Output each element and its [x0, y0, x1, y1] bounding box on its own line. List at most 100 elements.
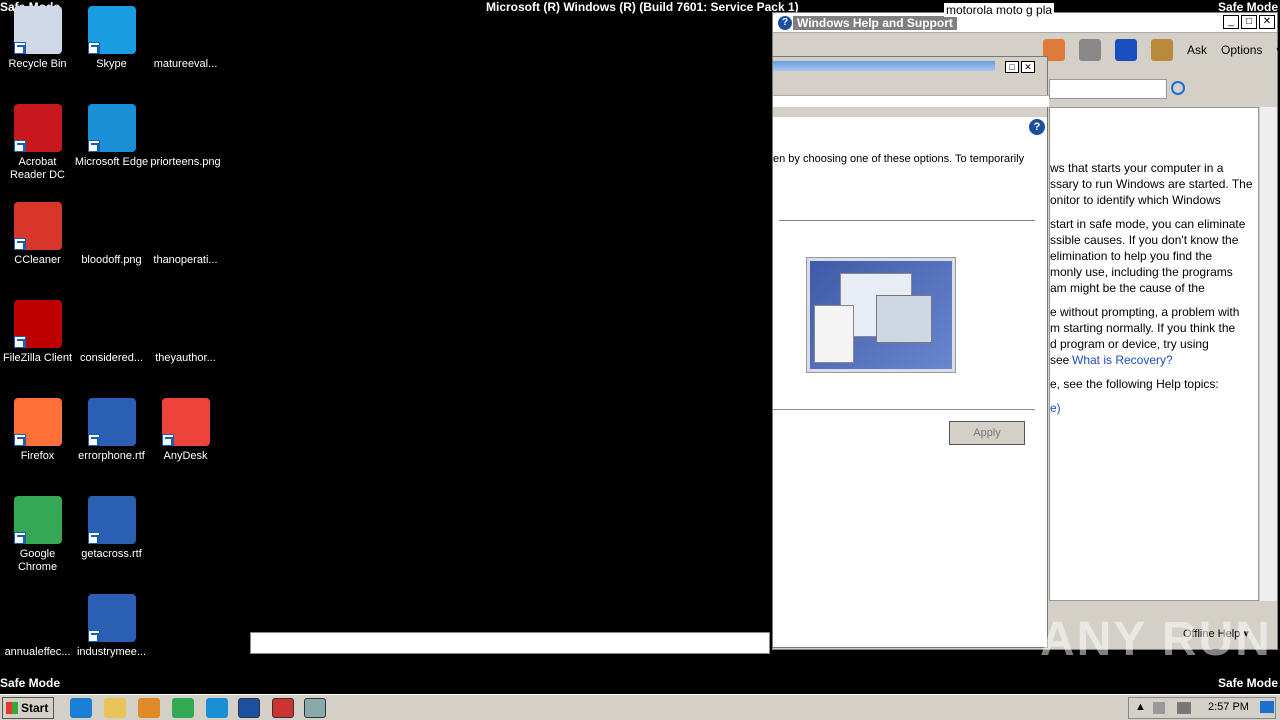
browse-help-icon[interactable]: [1115, 39, 1137, 61]
help-scrollbar[interactable]: [1259, 107, 1277, 601]
desktop-icon-label: Google Chrome: [17, 548, 58, 573]
desktop-icon-label: matureeval...: [153, 58, 218, 70]
edge-icon: [87, 104, 136, 152]
help-paragraph: ws that starts your computer in a ssary …: [1050, 161, 1253, 207]
help-window-icon: ?: [778, 16, 792, 30]
desktop-preview-image: [806, 257, 956, 373]
desktop-icon[interactable]: Recycle Bin: [0, 6, 75, 71]
ask-icon[interactable]: [1151, 39, 1173, 61]
desktop-icon[interactable]: getacross.rtf: [74, 496, 149, 561]
desktop-icon[interactable]: FileZilla Client: [0, 300, 75, 365]
minimize-button[interactable]: _: [1223, 15, 1239, 29]
print-icon[interactable]: [1079, 39, 1101, 61]
edge-icon[interactable]: [206, 698, 228, 718]
ccleaner-icon: [13, 202, 62, 250]
help-paragraph: start in safe mode, you can eliminate ss…: [1050, 217, 1246, 295]
desktop-icon-label: Recycle Bin: [8, 58, 67, 70]
close-button[interactable]: ✕: [1259, 15, 1275, 29]
desktop-icon[interactable]: Acrobat Reader DC: [0, 104, 75, 182]
desktop-icon-label: Firefox: [20, 450, 55, 462]
dialog-input-field[interactable]: [773, 95, 1049, 107]
desktop-icon[interactable]: bloodoff.png: [74, 202, 149, 267]
dialog-text: en by choosing one of these options. To …: [773, 153, 1025, 165]
desktop-icon-label: thanoperati...: [153, 254, 218, 266]
desktop-icon[interactable]: Microsoft Edge: [74, 104, 149, 169]
ask-button[interactable]: Ask: [1187, 43, 1207, 57]
show-desktop-icon[interactable]: [1260, 701, 1274, 713]
options-button[interactable]: Options: [1221, 43, 1262, 57]
explorer-icon[interactable]: [104, 698, 126, 718]
chevron-down-icon: ▾: [1276, 43, 1280, 57]
desktop-icon-label: Microsoft Edge: [74, 156, 149, 168]
file-icon: [13, 594, 62, 642]
desktop-icon[interactable]: priorteens.png: [148, 104, 223, 169]
desktop-icon[interactable]: errorphone.rtf: [74, 398, 149, 463]
desktop-icon-label: getacross.rtf: [81, 548, 142, 560]
help-topics-text: e, see the following Help topics:: [1050, 377, 1219, 391]
system-config-dialog[interactable]: □ ✕ ? en by choosing one of these option…: [772, 56, 1049, 648]
safe-mode-label-bottom-left: Safe Mode: [0, 676, 61, 690]
file-icon: [161, 202, 210, 250]
dialog-titlebar[interactable]: [773, 61, 995, 71]
desktop-icon-label: Acrobat Reader DC: [9, 156, 66, 181]
desktop-icon[interactable]: industrymee...: [74, 594, 149, 659]
desktop-icon[interactable]: matureeval...: [148, 6, 223, 71]
help-toolbar: Ask Options ▾: [1043, 39, 1280, 61]
desktop-icon[interactable]: annualeffec...: [0, 594, 75, 659]
dialog-maximize-button[interactable]: □: [1005, 61, 1019, 73]
desktop-icon-label: errorphone.rtf: [78, 450, 145, 462]
firefox-icon: [13, 398, 62, 446]
start-button[interactable]: Start: [2, 697, 54, 719]
topics-link[interactable]: e): [1050, 401, 1061, 415]
help-taskbar-icon[interactable]: [238, 698, 260, 718]
recycle-bin-icon: [13, 6, 62, 54]
ie-icon[interactable]: [70, 698, 92, 718]
skype-icon: [87, 6, 136, 54]
motorola-text: motorola moto g pla: [944, 3, 1055, 17]
filezilla-icon: [13, 300, 62, 348]
desktop-icon-label: considered...: [80, 352, 143, 364]
clock[interactable]: 2:57 PM: [1208, 701, 1249, 713]
tray-arrow-icon[interactable]: ▲: [1135, 701, 1146, 713]
search-input[interactable]: [1049, 79, 1167, 99]
anydesk-taskbar-icon[interactable]: [272, 698, 294, 718]
media-player-icon[interactable]: [138, 698, 160, 718]
desktop-icon-label: bloodoff.png: [81, 254, 142, 266]
dialog-close-button[interactable]: ✕: [1021, 61, 1035, 73]
desktop-icon[interactable]: considered...: [74, 300, 149, 365]
msconfig-taskbar-icon[interactable]: [304, 698, 326, 718]
safe-mode-label-bottom-right: Safe Mode: [1217, 676, 1278, 690]
chrome-icon[interactable]: [172, 698, 194, 718]
desktop-icon-label: CCleaner: [14, 254, 61, 266]
maximize-button[interactable]: □: [1241, 15, 1257, 29]
desktop-icon[interactable]: Firefox: [0, 398, 75, 463]
search-icon[interactable]: [1171, 81, 1185, 95]
desktop-icon[interactable]: thanoperati...: [148, 202, 223, 267]
network-icon[interactable]: [1177, 702, 1191, 714]
divider: [773, 409, 1035, 410]
acrobat-icon: [13, 104, 62, 152]
desktop-icon-label: theyauthor...: [155, 352, 216, 364]
help-window-title: Windows Help and Support: [793, 16, 957, 30]
help-content: ws that starts your computer in a ssary …: [1049, 107, 1259, 601]
desktop-icon[interactable]: Skype: [74, 6, 149, 71]
png-file-icon: [87, 202, 136, 250]
desktop-icon-label: industrymee...: [76, 646, 147, 658]
volume-icon[interactable]: [1153, 702, 1165, 714]
file-icon: [161, 300, 210, 348]
anyrun-watermark: ANY RUN: [1040, 613, 1272, 666]
desktop-icon[interactable]: theyauthor...: [148, 300, 223, 365]
chrome-icon: [13, 496, 62, 544]
desktop-icon[interactable]: CCleaner: [0, 202, 75, 267]
png-file-icon: [161, 6, 210, 54]
desktop-icon-label: priorteens.png: [150, 156, 221, 168]
dialog-header: □ ✕: [773, 57, 1049, 117]
recovery-link[interactable]: What is Recovery?: [1072, 353, 1173, 367]
apply-button[interactable]: Apply: [949, 421, 1025, 445]
desktop-icon[interactable]: AnyDesk: [148, 398, 223, 463]
png-file-icon: [161, 104, 210, 152]
question-icon[interactable]: ?: [1029, 119, 1045, 135]
desktop-icon[interactable]: Google Chrome: [0, 496, 75, 574]
blank-window-strip[interactable]: [250, 632, 770, 654]
word-doc-icon: [87, 398, 136, 446]
